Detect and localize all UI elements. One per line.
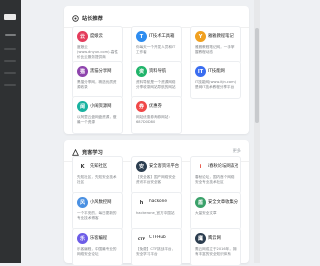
folder-icon: 阔 [77, 101, 88, 112]
scrollbar[interactable] [254, 0, 260, 263]
learn-card[interactable]: 盾 安全文章收集分享 大量安全文章 [190, 192, 241, 230]
card-desc: 【免费】CTF挑战平台，安全学习平台 [136, 247, 176, 256]
cpu-icon: IT [195, 66, 206, 77]
site-card[interactable]: IT IT技能网 IT技能网(www.itjn.com)是网IT技术教程分享平台 [190, 61, 241, 99]
more-link[interactable]: 更多 [233, 148, 241, 154]
card-title: 小阔资源网 [90, 104, 112, 109]
panel-title: 竞客学习 [82, 149, 103, 156]
sidebar-item[interactable] [4, 48, 16, 50]
toolbox-icon: T [136, 31, 147, 42]
ichunqiu-icon: i [199, 163, 202, 170]
site-card[interactable]: 资 资料导航 资料导航是一个资源网络分享收录网站导航的网站 [131, 61, 182, 99]
card-desc: 你每天一个开发人员和IT工作者 [136, 45, 176, 54]
card-title: 黑猫分享网 [90, 69, 112, 74]
sidebar-item[interactable] [4, 60, 16, 62]
card-title: 鹰云网 [208, 236, 221, 241]
hackerone-icon: h [139, 199, 144, 206]
compass-icon: 资 [136, 66, 147, 77]
learn-card[interactable]: K 先知社区 先知社区，先知安全技术社区 [72, 156, 123, 194]
card-desc: 鹰云网成立于2016年，拥有丰富的安全知识体系 [195, 247, 237, 256]
card-desc: IT技能网(www.itjn.com)是网IT技术教程分享平台 [195, 80, 236, 89]
card-title: 先知社区 [90, 164, 108, 169]
target-icon [72, 14, 79, 22]
sidebar-item[interactable] [4, 84, 16, 86]
card-desc: 春秋论坛，国内首个网络安全专业技术社区 [195, 175, 235, 184]
site-card[interactable]: Y 雅雅教程笔记 雅雅教程笔记网，一手掌握教程动态 [190, 26, 241, 64]
notes-icon: Y [195, 31, 206, 42]
site-logo[interactable] [4, 14, 16, 20]
site-card[interactable]: 猫 黑猫分享网 黑猫分享网，精选优质资源收录 [72, 61, 123, 99]
card-desc: hackerone_官方中国站 [136, 211, 175, 215]
card-title: 安全客资讯平台 [149, 164, 179, 169]
site-card[interactable]: 券 优惠券 网站优惠券淘券网站：687D0D80 [131, 96, 182, 134]
sidebar [0, 0, 21, 263]
eagle-icon: 鹰 [195, 233, 206, 244]
xianzhi-icon: K [80, 163, 85, 170]
triangle-icon [72, 148, 79, 156]
card-desc: 乐客编程，中国最专业的网络安全论坛 [77, 247, 117, 256]
learn-card[interactable]: CTF CTFHub 【免费】CTF挑战平台，安全学习平台 [131, 228, 182, 266]
card-title: 安全文章收集分享 [208, 200, 238, 205]
card-title: hackone [149, 199, 168, 204]
site-card[interactable]: 云 度娘云 度娘云(www.dnyun.com)-高性价比云服务提供商 [72, 26, 123, 64]
card-title: 优惠券 [149, 104, 162, 109]
leke-icon: 乐 [77, 233, 88, 244]
card-desc: 一个平安的，每日更新的专业技术博客 [77, 211, 117, 220]
card-title: IT技术工具箱 [149, 34, 175, 39]
wind-icon: 风 [77, 197, 88, 208]
card-title: 资料导航 [149, 69, 167, 74]
scrollbar-thumb[interactable] [255, 28, 259, 123]
coupon-icon: 券 [136, 101, 147, 112]
learn-card[interactable]: h hackone hackerone_官方中国站 [131, 192, 182, 230]
card-desc: 雅雅教程笔记网，一手掌握教程动态 [195, 45, 235, 54]
anquanke-icon: 安 [136, 161, 147, 172]
site-card[interactable]: T IT技术工具箱 你每天一个开发人员和IT工作者 [131, 26, 182, 64]
card-desc: 资料导航是一个资源网络分享收录网站导航的网站 [136, 80, 176, 89]
card-desc: 黑猫分享网，精选优质资源收录 [77, 80, 117, 89]
card-title: 度娘云 [90, 34, 103, 39]
card-desc: 度娘云(www.dnyun.com)-高性价比云服务提供商 [77, 45, 118, 59]
card-title: 雅雅教程笔记 [208, 34, 234, 39]
learn-card[interactable]: 风 小风数控网 一个平安的，每日更新的专业技术博客 [72, 192, 123, 230]
card-title: IT技能网 [208, 69, 225, 74]
ctfhub-icon: CTF [137, 236, 146, 241]
menu-icon[interactable] [5, 34, 16, 36]
learning-panel: 竞客学习 更多 K 先知社区 先知社区，先知安全技术社区 安 安全客资讯平台 【… [64, 140, 249, 266]
cloud-icon: 云 [77, 31, 88, 42]
card-desc: 大量安全文章 [195, 211, 217, 215]
learn-card[interactable]: i i春秋论坛网友社区 春秋论坛，国内首个网络安全专业技术社区 [190, 156, 241, 194]
panel-header: 站长推荐 [72, 13, 103, 23]
site-card[interactable]: 阔 小阔资源网 以阿里云盘网盘资源，做最一个资源 [72, 96, 123, 134]
learn-card[interactable]: 乐 乐客编程 乐客编程，中国最专业的网络安全论坛 [72, 228, 123, 266]
card-desc: 【安全客】国产网络安全资讯平台安全客 [136, 175, 176, 184]
site-recommend-panel: 站长推荐 云 度娘云 度娘云(www.dnyun.com)-高性价比云服务提供商… [64, 6, 249, 134]
card-title: 小风数控网 [90, 200, 112, 205]
sidebar-item[interactable] [4, 72, 16, 74]
card-desc: 网站优惠券淘券网站：687D0D80 [136, 115, 172, 124]
card-desc: 先知社区，先知安全技术社区 [77, 175, 117, 184]
cat-icon: 猫 [77, 66, 88, 77]
learn-card[interactable]: 鹰 鹰云网 鹰云网成立于2016年，拥有丰富的安全知识体系 [190, 228, 241, 266]
card-desc: 以阿里云盘网盘资源，做最一个资源 [77, 115, 117, 124]
learn-card[interactable]: 安 安全客资讯平台 【安全客】国产网络安全资讯平台安全客 [131, 156, 182, 194]
panel-title: 站长推荐 [82, 15, 103, 22]
shield-icon: 盾 [195, 197, 206, 208]
card-title: 乐客编程 [90, 236, 108, 241]
card-title: CTFHub [149, 235, 166, 240]
card-title: i春秋论坛网友社区 [208, 164, 238, 169]
